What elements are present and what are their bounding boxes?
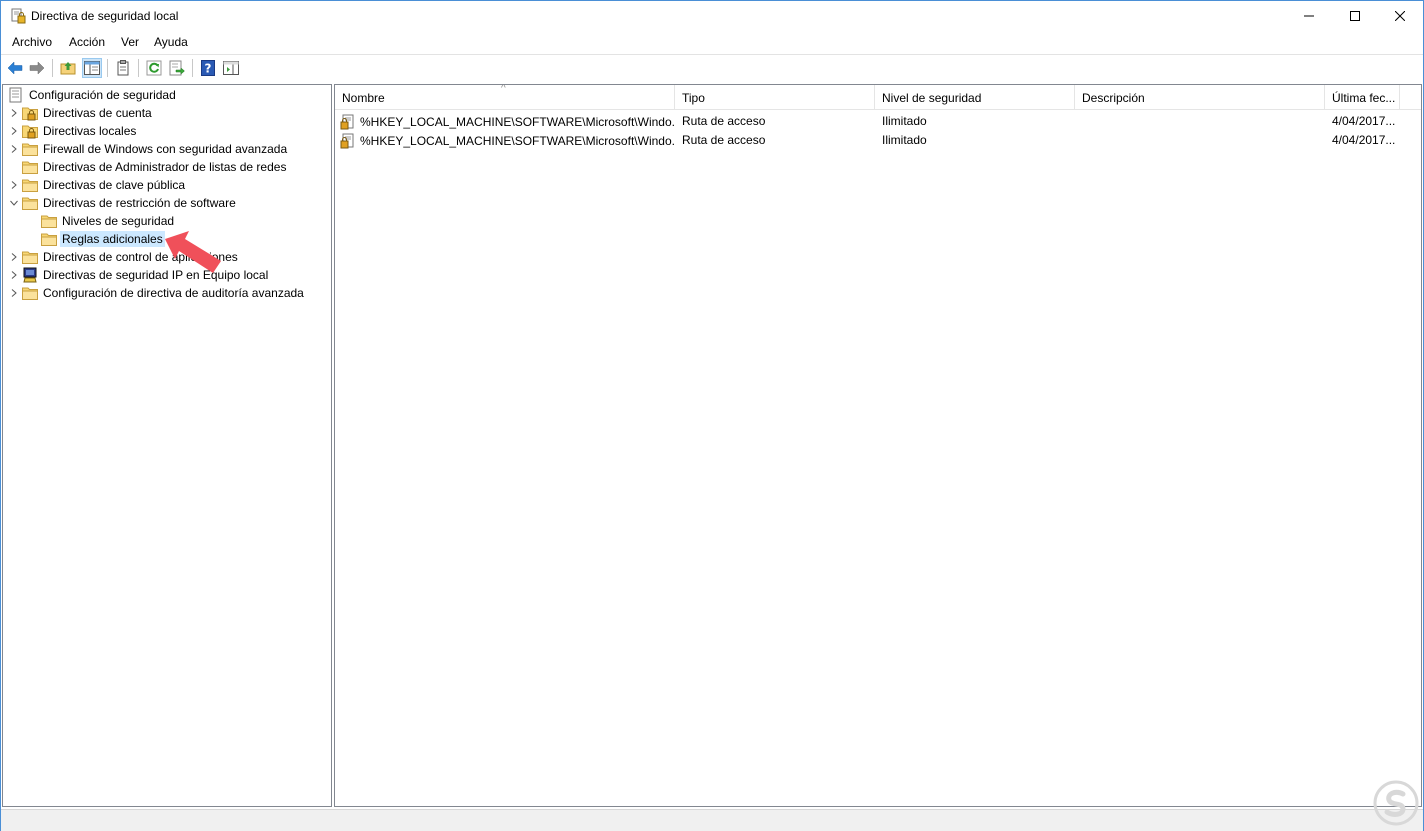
folder-icon <box>22 141 38 157</box>
svg-text:?: ? <box>205 62 212 76</box>
folder-icon <box>22 285 38 301</box>
close-button[interactable] <box>1377 1 1423 31</box>
cell-nombre-text: %HKEY_LOCAL_MACHINE\SOFTWARE\Microsoft\W… <box>360 115 675 129</box>
tree-item-directivas-locales[interactable]: Directivas locales <box>8 122 138 140</box>
expand-chevron-icon[interactable] <box>8 140 20 158</box>
tree-item-directivas-de-restriccion-de-software[interactable]: Directivas de restricción de software <box>8 194 238 212</box>
expand-chevron-icon[interactable] <box>8 284 20 302</box>
table-row[interactable]: %HKEY_LOCAL_MACHINE\SOFTWARE\Microsoft\W… <box>335 111 1421 130</box>
tree-item-label: Directivas locales <box>43 124 137 138</box>
expand-chevron-icon[interactable] <box>8 104 20 122</box>
list-header: ^ Nombre Tipo Nivel de seguridad Descrip… <box>335 85 1421 110</box>
menu-ayuda[interactable]: Ayuda <box>152 35 190 49</box>
folder-icon <box>22 159 38 175</box>
expand-chevron-icon[interactable] <box>8 122 20 140</box>
cell-nombre: %HKEY_LOCAL_MACHINE\SOFTWARE\Microsoft\W… <box>340 114 675 130</box>
tree-item-directivas-de-administrador-de-listas-de-redes[interactable]: Directivas de Administrador de listas de… <box>8 158 288 176</box>
refresh-icon[interactable] <box>144 58 164 78</box>
annotation-arrow-icon <box>165 231 221 273</box>
cell-nombre-text: %HKEY_LOCAL_MACHINE\SOFTWARE\Microsoft\W… <box>360 134 675 148</box>
expand-chevron-icon[interactable] <box>8 266 20 284</box>
tree-item-configuracion-de-directiva-de-auditoria-avanzada[interactable]: Configuración de directiva de auditoría … <box>8 284 306 302</box>
menu-bar: Archivo Acción Ver Ayuda <box>1 32 1423 53</box>
tree-root-label: Configuración de seguridad <box>29 88 176 102</box>
tree-item-label: Firewall de Windows con seguridad avanza… <box>43 142 288 156</box>
column-header-descripcion[interactable]: Descripción <box>1075 85 1325 110</box>
menu-ver[interactable]: Ver <box>119 35 141 49</box>
column-header-nombre[interactable]: Nombre <box>335 85 675 110</box>
tree-item-label: Directivas de Administrador de listas de… <box>43 160 287 174</box>
tree-item-label: Reglas adicionales <box>60 231 165 247</box>
folder-icon <box>41 231 57 247</box>
folder-icon <box>22 177 38 193</box>
cell-tipo: Ruta de acceso <box>682 133 766 147</box>
forward-icon[interactable] <box>27 58 47 78</box>
cell-ultima-fecha: 4/04/2017... <box>1332 114 1396 128</box>
show-hide-tree-icon[interactable] <box>82 58 102 78</box>
column-header-tipo[interactable]: Tipo <box>675 85 875 110</box>
folder-icon <box>22 249 38 265</box>
security-settings-icon <box>8 87 24 103</box>
collapse-chevron-icon[interactable] <box>8 194 20 212</box>
folder-icon <box>22 195 38 211</box>
tree-root[interactable]: Configuración de seguridad <box>8 86 178 104</box>
path-rule-icon <box>340 114 356 130</box>
tree-item-label: Directivas de restricción de software <box>43 196 236 210</box>
menu-accion[interactable]: Acción <box>67 35 107 49</box>
tree-item-label: Directivas de seguridad IP en Equipo loc… <box>43 268 269 282</box>
window-title: Directiva de seguridad local <box>31 9 179 23</box>
column-header-ultima-fecha[interactable]: Última fec... <box>1325 85 1400 110</box>
lock-folder-icon <box>22 105 38 121</box>
show-hide-action-pane-icon[interactable] <box>221 58 241 78</box>
folder-icon <box>41 213 57 229</box>
cell-nivel-seguridad: Ilimitado <box>882 114 927 128</box>
tree-item-niveles-de-seguridad[interactable]: Niveles de seguridad <box>27 212 176 230</box>
menu-archivo[interactable]: Archivo <box>10 35 54 49</box>
title-bar: Directiva de seguridad local <box>1 1 1423 32</box>
tree-item-label: Niveles de seguridad <box>62 214 175 228</box>
minimize-button[interactable] <box>1286 1 1332 31</box>
cell-nombre: %HKEY_LOCAL_MACHINE\SOFTWARE\Microsoft\W… <box>340 133 675 149</box>
toolbar: ? <box>1 54 1423 80</box>
console-tree: Configuración de seguridad Directivas de… <box>2 84 332 807</box>
status-bar <box>1 809 1423 831</box>
security-policy-app-icon <box>10 8 26 24</box>
table-row[interactable]: %HKEY_LOCAL_MACHINE\SOFTWARE\Microsoft\W… <box>335 130 1421 149</box>
lock-folder-icon <box>22 123 38 139</box>
expand-chevron-icon[interactable] <box>8 248 20 266</box>
ip-security-icon <box>22 267 38 283</box>
maximize-button[interactable] <box>1332 1 1378 31</box>
cell-tipo: Ruta de acceso <box>682 114 766 128</box>
help-icon[interactable]: ? <box>198 58 218 78</box>
path-rule-icon <box>340 133 356 149</box>
up-folder-icon[interactable] <box>58 58 78 78</box>
app-window: Directiva de seguridad local Archivo Acc… <box>0 0 1424 831</box>
cell-nivel-seguridad: Ilimitado <box>882 133 927 147</box>
tree-item-firewall-de-windows-con-seguridad-avanzada[interactable]: Firewall de Windows con seguridad avanza… <box>8 140 289 158</box>
properties-icon[interactable] <box>113 58 133 78</box>
details-list: ^ Nombre Tipo Nivel de seguridad Descrip… <box>334 84 1422 807</box>
tree-item-label: Directivas de clave pública <box>43 178 186 192</box>
cell-ultima-fecha: 4/04/2017... <box>1332 133 1396 147</box>
column-header-nivel[interactable]: Nivel de seguridad <box>875 85 1075 110</box>
back-icon[interactable] <box>5 58 25 78</box>
watermark-logo-icon <box>1373 780 1419 826</box>
export-list-icon[interactable] <box>167 58 187 78</box>
tree-item-label: Configuración de directiva de auditoría … <box>43 286 304 300</box>
tree-item-reglas-adicionales[interactable]: Reglas adicionales <box>27 230 165 248</box>
expand-chevron-icon[interactable] <box>8 176 20 194</box>
tree-item-directivas-de-cuenta[interactable]: Directivas de cuenta <box>8 104 154 122</box>
tree-item-label: Directivas de cuenta <box>43 106 152 120</box>
tree-item-directivas-de-clave-publica[interactable]: Directivas de clave pública <box>8 176 187 194</box>
